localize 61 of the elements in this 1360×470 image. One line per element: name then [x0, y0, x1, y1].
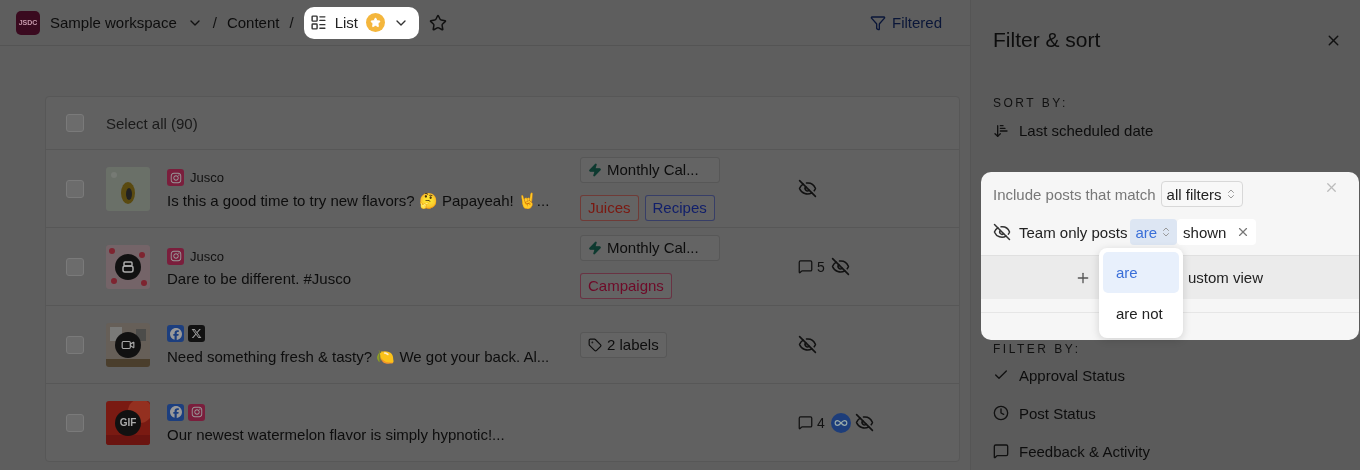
filter-option[interactable]: Post Status [1019, 404, 1096, 422]
tag-icon [588, 337, 602, 352]
filter-heading: FILTER BY: [993, 342, 1081, 356]
tag-label[interactable]: Juices [580, 194, 639, 221]
sort-option[interactable]: Last scheduled date [1019, 122, 1154, 139]
comment-icon [798, 415, 813, 430]
post-text: Our newest watermelon flavor is simply hypnotic!... [167, 426, 506, 443]
account-name: Jusco [190, 170, 224, 185]
filter-icon [869, 14, 886, 31]
lightning-icon [588, 162, 602, 177]
breadcrumb-separator: / [212, 14, 217, 31]
filter-option[interactable]: Feedback & Activity [1019, 442, 1150, 460]
panel-title: Filter & sort [993, 28, 1101, 52]
sort-heading: SORT BY: [993, 96, 1068, 110]
x-icon [188, 325, 205, 342]
instagram-icon [167, 169, 184, 186]
sort-icon [993, 122, 1009, 139]
post-text: Need something fresh & tasty? 🍋 We got your back. Al... [167, 347, 551, 366]
tag-label[interactable]: Campaigns [580, 272, 672, 299]
match-label: Include posts that match [993, 185, 1156, 203]
tag-label[interactable]: Recipes [644, 194, 715, 221]
instagram-icon [188, 403, 205, 421]
comment-icon [798, 259, 813, 274]
dropdown-option[interactable]: are [1103, 252, 1179, 293]
close-icon[interactable] [1324, 180, 1339, 195]
value-chip[interactable]: shown [1177, 219, 1257, 245]
workspace-name[interactable]: Sample workspace [50, 14, 177, 31]
campaign-label[interactable]: Monthly Cal... [580, 156, 720, 183]
row-checkbox[interactable] [66, 335, 84, 354]
star-badge-icon [365, 13, 385, 32]
lightning-icon [588, 240, 602, 255]
comment-count: 5 [817, 258, 825, 275]
filter-field: Team only posts [1019, 223, 1128, 241]
clock-icon [993, 405, 1009, 421]
campaign-label[interactable]: Monthly Cal... [580, 234, 720, 261]
row-checkbox[interactable] [66, 257, 84, 276]
operator-select[interactable]: are [1130, 219, 1178, 245]
breadcrumb-link[interactable]: Content [226, 14, 280, 31]
star-icon[interactable] [428, 13, 447, 32]
select-all-checkbox[interactable] [66, 114, 84, 132]
row-checkbox[interactable] [66, 179, 84, 198]
view-selector[interactable]: List [303, 6, 419, 39]
facebook-icon [167, 325, 184, 342]
post-text: Dare to be different. #Jusco [167, 270, 352, 287]
post-text: Is this a good time to try new flavors? 🤔 Papayeah! 🤘... [167, 191, 551, 210]
labels-count[interactable]: 2 labels [580, 331, 667, 358]
list-icon [309, 14, 327, 31]
filter-option[interactable]: Approval Status [1019, 366, 1125, 384]
dropdown-option[interactable]: are not [1103, 293, 1179, 334]
account-name: Jusco [190, 248, 224, 264]
filtered-button[interactable]: Filtered [863, 13, 948, 32]
eye-off-icon [993, 223, 1011, 241]
select-all-label: Select all (90) [106, 114, 198, 132]
facebook-icon [167, 403, 184, 421]
comment-icon [993, 443, 1009, 459]
comment-count: 4 [817, 414, 825, 431]
match-select[interactable]: all filters [1160, 181, 1243, 207]
row-checkbox[interactable] [66, 413, 84, 432]
instagram-icon [167, 247, 184, 265]
save-view-action[interactable]: ustom view [1188, 269, 1264, 286]
breadcrumb-separator: / [289, 14, 294, 31]
